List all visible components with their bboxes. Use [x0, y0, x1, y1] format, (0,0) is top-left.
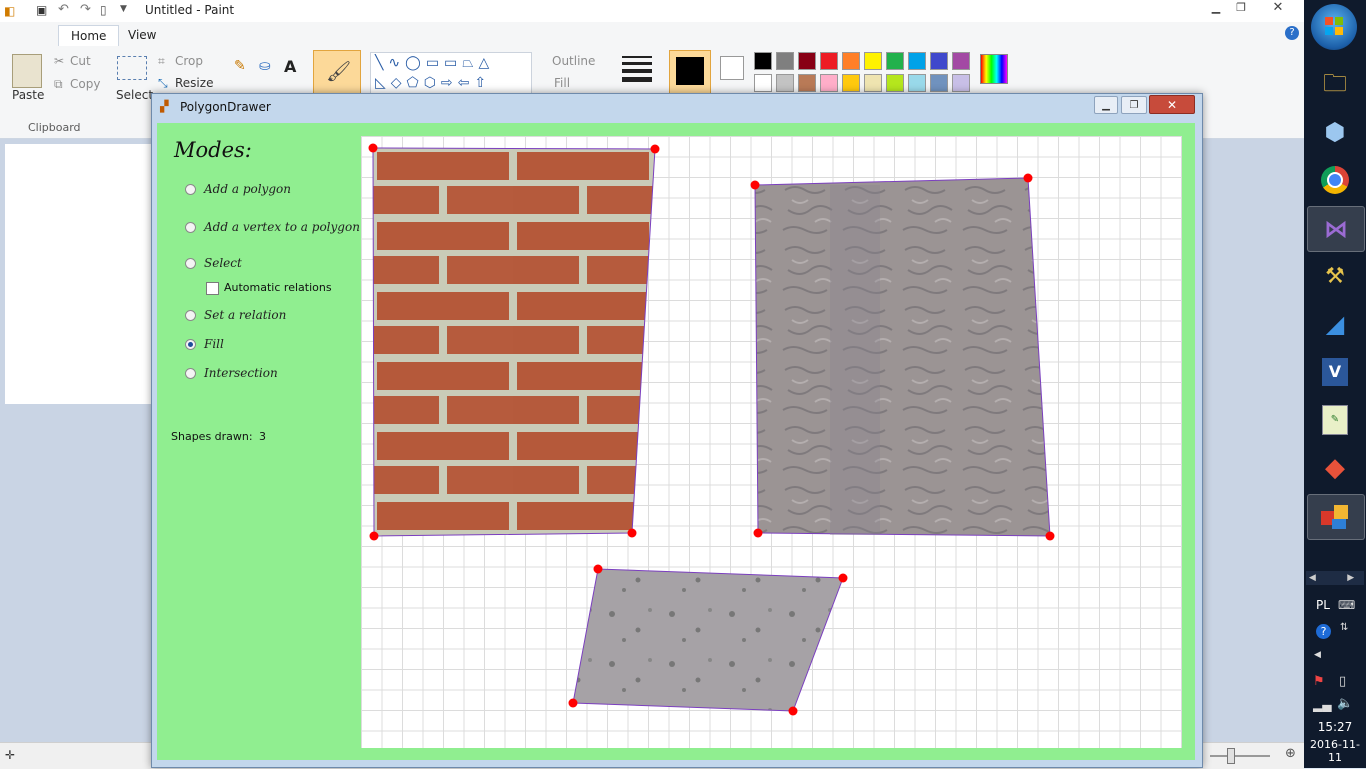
- vertex-dot[interactable]: [368, 143, 378, 153]
- polygon-glass[interactable]: [572, 568, 844, 712]
- vertex-dot[interactable]: [750, 180, 760, 190]
- vertex-dot[interactable]: [1023, 173, 1033, 183]
- vertex-dot[interactable]: [1045, 531, 1055, 541]
- polygon-metal[interactable]: [754, 177, 1051, 537]
- polygons-layer: [368, 143, 1055, 716]
- vertex-dot[interactable]: [753, 528, 763, 538]
- vertex-dot[interactable]: [369, 531, 379, 541]
- vertex-dot[interactable]: [838, 573, 848, 583]
- vertex-dot[interactable]: [593, 564, 603, 574]
- vertex-dot[interactable]: [627, 528, 637, 538]
- polygon-brick[interactable]: [372, 147, 656, 537]
- vertex-dot[interactable]: [788, 706, 798, 716]
- vertex-dot[interactable]: [650, 144, 660, 154]
- vertex-dot[interactable]: [568, 698, 578, 708]
- metal-stripe: [830, 185, 880, 535]
